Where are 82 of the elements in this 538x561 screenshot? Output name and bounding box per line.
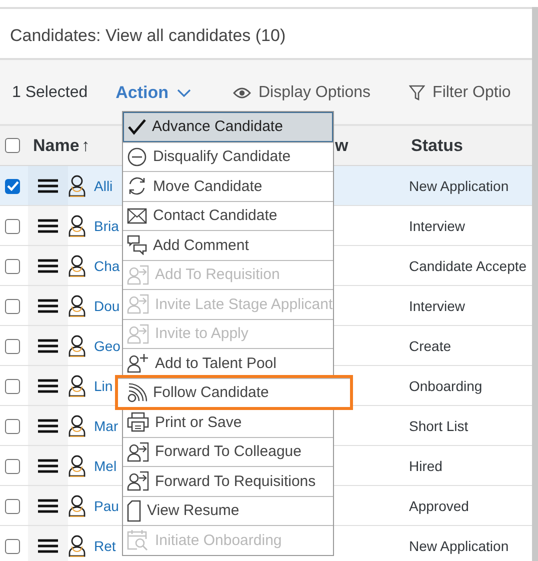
- drag-handle-icon[interactable]: [38, 459, 58, 473]
- column-header[interactable]: Status: [409, 136, 463, 156]
- menu-item[interactable]: Follow Candidate: [118, 378, 350, 407]
- table-cell: Interview: [409, 298, 466, 314]
- person-icon: [68, 335, 86, 357]
- table-cell: Short List: [409, 418, 468, 434]
- table-cell: New Application: [409, 538, 509, 554]
- drag-handle-icon[interactable]: [38, 259, 58, 273]
- person-icon: [68, 415, 86, 437]
- checkbox[interactable]: [5, 338, 20, 354]
- person-icon: [68, 255, 86, 277]
- person-icon: [68, 495, 86, 517]
- table-cell: Create: [409, 338, 452, 354]
- person-icon: [68, 295, 86, 317]
- candidate-name-link[interactable]: Ret: [94, 538, 116, 554]
- refresh-icon: [127, 176, 147, 196]
- table-cell: Approved: [409, 498, 469, 514]
- drag-handle-icon[interactable]: [38, 339, 58, 353]
- drag-handle-icon[interactable]: [38, 499, 58, 513]
- person-add-icon: [127, 353, 149, 374]
- drag-handle-icon[interactable]: [38, 299, 58, 313]
- rss-feed-icon: [127, 382, 147, 403]
- candidate-name-link[interactable]: Pau: [94, 498, 119, 514]
- candidate-name-link[interactable]: Bria: [94, 218, 119, 234]
- filter-options-button[interactable]: Filter Optio: [408, 84, 511, 102]
- action-menu-button[interactable]: Action: [116, 83, 190, 103]
- page-title: Candidates: View all candidates (10): [9, 25, 287, 46]
- person-icon: [68, 455, 86, 477]
- table-cell: Interview: [409, 218, 466, 234]
- menu-item[interactable]: View Resume: [123, 496, 333, 525]
- person-icon: [68, 535, 86, 557]
- checkbox[interactable]: [5, 418, 20, 434]
- checkbox[interactable]: [5, 378, 20, 394]
- checkmark-icon: [128, 118, 146, 135]
- drag-handle-icon[interactable]: [38, 379, 58, 393]
- checkbox[interactable]: [5, 258, 20, 274]
- candidate-name-link[interactable]: Mel: [94, 458, 117, 474]
- candidate-name-link[interactable]: Lin: [94, 378, 113, 394]
- menu-item[interactable]: Advance Candidate: [123, 112, 333, 142]
- sort-ascending-icon[interactable]: ↑: [81, 136, 90, 156]
- person-icon: [68, 175, 86, 197]
- person-forward-icon: [127, 264, 149, 285]
- checkbox[interactable]: [5, 178, 20, 194]
- table-cell: New Application: [409, 178, 509, 194]
- menu-item[interactable]: Add to Talent Pool: [123, 348, 333, 378]
- candidate-name-link[interactable]: Dou: [94, 298, 120, 314]
- candidate-name-link[interactable]: Cha: [94, 258, 120, 274]
- checkbox[interactable]: [5, 138, 20, 153]
- checkbox[interactable]: [5, 498, 20, 514]
- drag-handle-icon[interactable]: [38, 419, 58, 433]
- comment-icon: [127, 235, 147, 256]
- column-header[interactable]: Name: [33, 136, 80, 156]
- table-cell: Candidate Accepte: [409, 258, 527, 274]
- checkbox[interactable]: [5, 458, 20, 474]
- checkbox[interactable]: [5, 298, 20, 314]
- minus-circle-icon: [127, 146, 147, 167]
- chevron-down-icon: [176, 89, 190, 97]
- eye-icon: [232, 87, 250, 99]
- checkbox[interactable]: [5, 538, 20, 554]
- document-icon: [127, 500, 141, 522]
- person-forward-icon: [127, 294, 149, 314]
- calendar-search-icon: [127, 529, 149, 552]
- envelope-icon: [127, 208, 147, 224]
- drag-handle-icon[interactable]: [38, 539, 58, 553]
- person-icon: [68, 215, 86, 237]
- display-options-button[interactable]: Display Options: [232, 84, 371, 102]
- candidate-name-link[interactable]: Alli: [94, 178, 113, 194]
- candidate-name-link[interactable]: Geo: [94, 338, 120, 354]
- column-header[interactable]: w: [335, 136, 348, 156]
- filter-icon: [408, 85, 425, 101]
- table-cell: Hired: [409, 458, 442, 474]
- selection-count: 1 Selected: [12, 84, 88, 102]
- table-cell: Onboarding: [409, 378, 482, 394]
- printer-icon: [127, 412, 149, 432]
- person-forward-icon: [127, 442, 149, 462]
- drag-handle-icon[interactable]: [38, 219, 58, 233]
- person-forward-icon: [127, 324, 149, 344]
- checkbox[interactable]: [5, 218, 20, 234]
- candidate-name-link[interactable]: Mar: [94, 418, 118, 434]
- person-icon: [68, 375, 86, 397]
- person-forward-icon: [127, 471, 149, 492]
- drag-handle-icon[interactable]: [38, 179, 58, 193]
